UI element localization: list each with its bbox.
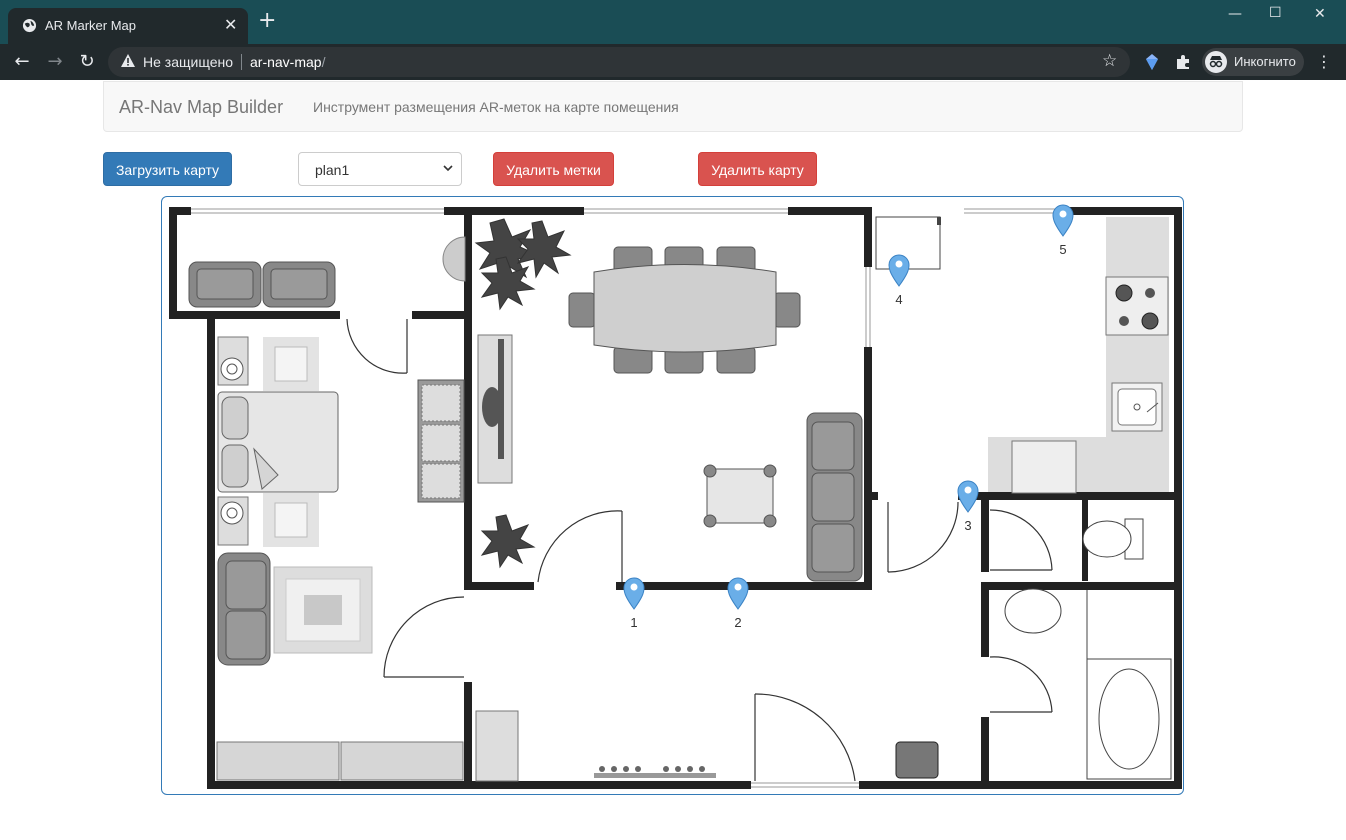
- plan-select[interactable]: plan1: [298, 152, 462, 186]
- map-canvas[interactable]: 1 2 3 4 5: [161, 196, 1184, 795]
- omnibox-divider: [241, 54, 242, 70]
- address-bar[interactable]: Не защищено ar-nav-map/ ☆: [108, 47, 1130, 77]
- delete-markers-button[interactable]: Удалить метки: [493, 152, 614, 186]
- reload-icon[interactable]: ↻: [77, 52, 97, 72]
- url-path: /: [321, 54, 326, 70]
- marker-label: 2: [734, 615, 741, 630]
- plan-select-value: plan1: [315, 162, 350, 178]
- chevron-down-icon: [443, 165, 453, 172]
- menu-kebab-icon[interactable]: ⋮: [1316, 52, 1332, 72]
- marker-label: 5: [1059, 242, 1066, 257]
- globe-icon: [22, 18, 37, 33]
- marker-label: 3: [964, 518, 971, 533]
- app-navbar: AR-Nav Map Builder Инструмент размещения…: [103, 81, 1243, 132]
- new-tab-button[interactable]: +: [258, 10, 276, 32]
- marker-label: 1: [630, 615, 637, 630]
- incognito-icon: [1205, 51, 1227, 73]
- bookmark-star-icon[interactable]: ☆: [1102, 51, 1117, 71]
- tab-title: AR Marker Map: [45, 18, 137, 33]
- browser-toolbar: ← → ↻ Не защищено ar-nav-map/ ☆ Инкогнит…: [0, 44, 1346, 80]
- upload-map-button[interactable]: Загрузить карту: [103, 152, 232, 186]
- minimize-icon[interactable]: —: [1228, 6, 1242, 22]
- url-host: ar-nav-map: [250, 54, 322, 70]
- profile-label: Инкогнито: [1234, 54, 1296, 69]
- extensions-puzzle-icon[interactable]: [1174, 52, 1194, 72]
- close-tab-icon[interactable]: ✕: [224, 16, 237, 34]
- warning-icon: [121, 54, 135, 67]
- security-status[interactable]: Не защищено: [143, 54, 233, 70]
- url-text[interactable]: ar-nav-map/: [250, 54, 325, 70]
- floor-plan: 1 2 3 4 5: [169, 204, 1182, 789]
- extension-diamond-icon[interactable]: [1142, 52, 1162, 72]
- app-subtitle: Инструмент размещения AR-меток на карте …: [313, 99, 679, 115]
- maximize-icon[interactable]: ☐: [1269, 5, 1282, 21]
- back-icon[interactable]: ←: [12, 52, 32, 72]
- forward-icon[interactable]: →: [45, 52, 65, 72]
- browser-tab-active[interactable]: AR Marker Map ✕: [8, 8, 248, 44]
- browser-tab-strip: AR Marker Map ✕ + — ☐ ✕: [0, 0, 1346, 44]
- delete-map-button[interactable]: Удалить карту: [698, 152, 817, 186]
- app-brand[interactable]: AR-Nav Map Builder: [119, 97, 283, 118]
- marker-label: 4: [895, 292, 902, 307]
- incognito-profile-button[interactable]: Инкогнито: [1202, 48, 1304, 76]
- window-close-icon[interactable]: ✕: [1314, 6, 1326, 22]
